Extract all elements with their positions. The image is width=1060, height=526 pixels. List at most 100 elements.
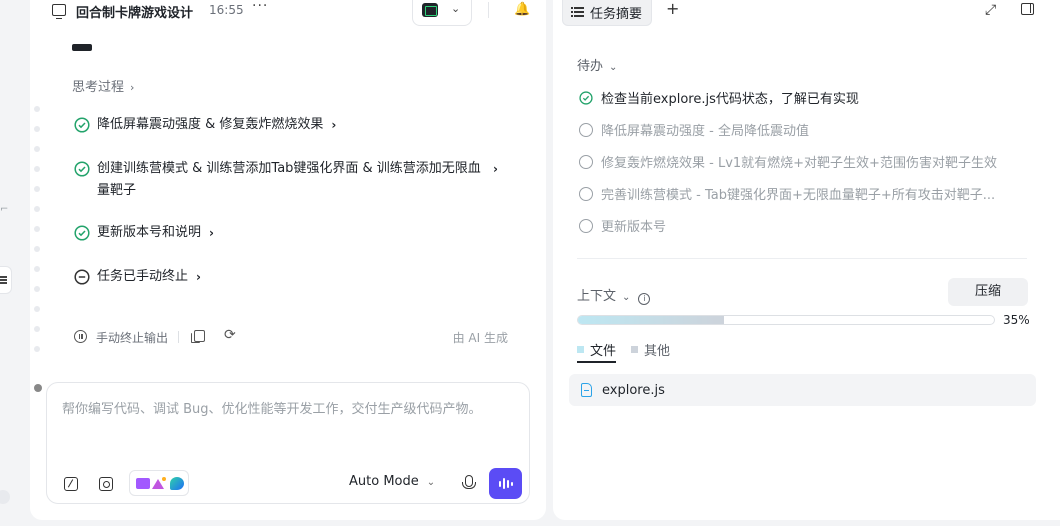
ai-generated-label: 由 AI 生成: [452, 331, 508, 345]
check-circle-icon: [74, 161, 90, 177]
legend-files-label: 文件: [590, 344, 617, 359]
todo-item: 修复轰炸燃烧效果 - Lv1就有燃烧+对靶子生效+范围伤害对靶子生效: [579, 152, 997, 171]
step-text: 任务已手动终止: [97, 269, 189, 284]
file-icon: [581, 383, 592, 397]
check-circle-icon: [74, 117, 90, 133]
left-rail: ⌐: [0, 0, 28, 526]
todo-item: 降低屏幕震动强度 - 全局降低震动值: [579, 120, 809, 139]
action-divider: [178, 331, 179, 343]
video-icon: [136, 478, 150, 489]
step-item[interactable]: 更新版本号和说明 ›: [74, 222, 214, 244]
task-summary-panel: 任务摘要 + ⤢ 待办 ⌄ 检查当前explore.js代码状态，了解已有实现 降…: [553, 0, 1060, 520]
prompt-input-box[interactable]: 帮你编写代码、调试 Bug、优化性能等开发工作，交付生产级代码产物。 Auto …: [46, 382, 530, 504]
list-icon: [571, 7, 584, 17]
step-item[interactable]: 降低屏幕震动强度 & 修复轰炸燃烧效果 ›: [74, 114, 336, 136]
step-text: 更新版本号和说明: [97, 225, 202, 240]
step-item[interactable]: 任务已手动终止 ›: [74, 266, 201, 288]
stop-circle-icon: [74, 269, 90, 285]
more-options-button[interactable]: ···: [252, 0, 268, 14]
rail-partial-glyph: ⌐: [0, 204, 9, 215]
chat-title[interactable]: 回合制卡牌游戏设计: [76, 2, 193, 21]
todo-text: 降低屏幕震动强度 - 全局降低震动值: [601, 124, 809, 139]
chevron-down-icon: ⌄: [609, 62, 618, 73]
file-name: explore.js: [602, 382, 665, 398]
terminal-icon: [422, 3, 438, 17]
todo-item: 完善训练营模式 - Tab键强化界面+无限血量靶子+所有攻击对靶子...: [579, 184, 995, 203]
chevron-down-icon: ⌄: [451, 2, 461, 15]
empty-circle-icon: [579, 186, 593, 201]
split-panel-icon[interactable]: [1021, 3, 1034, 15]
empty-circle-icon: [579, 218, 593, 233]
timeline-current-dot: [34, 384, 42, 392]
legend-files[interactable]: 文件: [577, 340, 617, 363]
check-circle-icon: [74, 225, 90, 241]
todo-header: 待办: [577, 59, 604, 74]
todo-item: 检查当前explore.js代码状态，了解已有实现: [579, 88, 859, 107]
media-tools-button[interactable]: [129, 470, 189, 496]
context-section-toggle[interactable]: 上下文 ⌄ i: [577, 285, 651, 305]
file-item[interactable]: explore.js: [569, 374, 1036, 406]
rail-avatar[interactable]: [0, 490, 10, 504]
chat-time: 16:55: [209, 3, 244, 17]
context-label: 上下文: [577, 289, 617, 304]
sidebar-toggle-button[interactable]: [0, 266, 12, 294]
voice-send-button[interactable]: [489, 468, 522, 499]
terminal-dropdown[interactable]: ⌄: [412, 0, 472, 26]
chevron-right-icon: ›: [209, 226, 214, 240]
bell-icon[interactable]: 🔔: [514, 2, 530, 17]
chat-header: 回合制卡牌游戏设计 16:55 ··· ⌄ 🔔: [30, 0, 546, 26]
chevron-right-icon: ›: [331, 118, 337, 132]
mode-label: Auto Mode: [349, 474, 419, 489]
expand-icon[interactable]: ⤢: [985, 2, 996, 18]
refresh-icon[interactable]: ⟳: [224, 327, 236, 343]
check-circle-icon: [579, 90, 593, 105]
chevron-down-icon: ⌄: [622, 292, 631, 303]
menu-icon: [0, 279, 7, 281]
image-gen-icon: [152, 477, 166, 489]
empty-circle-icon: [579, 122, 593, 137]
context-progress-bar: [577, 315, 995, 325]
edit-icon[interactable]: [64, 477, 78, 491]
chevron-down-icon: ⌄: [426, 477, 436, 488]
chat-panel: 回合制卡牌游戏设计 16:55 ··· ⌄ 🔔 思考过程 › 降低屏幕震动强度 &…: [30, 0, 546, 520]
todo-text: 完善训练营模式 - Tab键强化界面+无限血量靶子+所有攻击对靶子...: [601, 188, 996, 203]
header-divider: [488, 2, 489, 18]
todo-section-toggle[interactable]: 待办 ⌄: [577, 55, 617, 74]
mode-select[interactable]: Auto Mode ⌄: [349, 474, 435, 489]
todo-text: 修复轰炸燃烧效果 - Lv1就有燃烧+对靶子生效+范围伤害对靶子生效: [601, 156, 997, 171]
empty-circle-icon: [579, 154, 593, 169]
step-text: 降低屏幕震动强度 & 修复轰炸燃烧效果: [97, 117, 324, 132]
context-progress-value: 35%: [1003, 313, 1030, 327]
legend-other-label: 其他: [644, 344, 671, 359]
step-text: 创建训练营模式 & 训练营添加Tab键强化界面 & 训练营添加无限血量靶子: [97, 161, 481, 198]
chevron-right-icon: ›: [493, 162, 498, 176]
section-divider: [577, 258, 1027, 259]
legend-swatch: [631, 346, 638, 353]
step-item[interactable]: 创建训练营模式 & 训练营添加Tab键强化界面 & 训练营添加无限血量靶子 ›: [74, 158, 498, 202]
stop-output-button[interactable]: 手动终止输出: [96, 329, 168, 346]
image-upload-icon[interactable]: [99, 477, 113, 491]
timeline-dots: [34, 106, 42, 366]
thinking-toggle[interactable]: 思考过程 ›: [72, 76, 134, 95]
tab-label: 任务摘要: [590, 6, 643, 22]
pause-icon[interactable]: [74, 330, 87, 343]
chat-icon: [52, 4, 66, 19]
message-fragment: [72, 44, 92, 51]
todo-text: 更新版本号: [601, 220, 667, 235]
model-logo-icon: [170, 477, 184, 490]
context-progress-fill: [578, 316, 724, 324]
tab-task-summary[interactable]: 任务摘要: [562, 0, 652, 26]
message-action-bar: 手动终止输出 ⟳ 由 AI 生成: [72, 327, 512, 348]
prompt-input[interactable]: 帮你编写代码、调试 Bug、优化性能等开发工作，交付生产级代码产物。: [62, 399, 502, 420]
chevron-right-icon: ›: [130, 81, 135, 94]
todo-item: 更新版本号: [579, 216, 666, 235]
compress-button[interactable]: 压缩: [948, 278, 1028, 306]
info-icon[interactable]: i: [638, 293, 651, 305]
thinking-label: 思考过程: [72, 80, 125, 95]
legend-swatch: [577, 346, 584, 353]
microphone-icon[interactable]: [462, 475, 476, 489]
copy-icon[interactable]: [191, 330, 205, 343]
add-tab-button[interactable]: +: [666, 0, 679, 18]
legend-other[interactable]: 其他: [631, 340, 670, 359]
todo-text: 检查当前explore.js代码状态，了解已有实现: [601, 92, 859, 107]
